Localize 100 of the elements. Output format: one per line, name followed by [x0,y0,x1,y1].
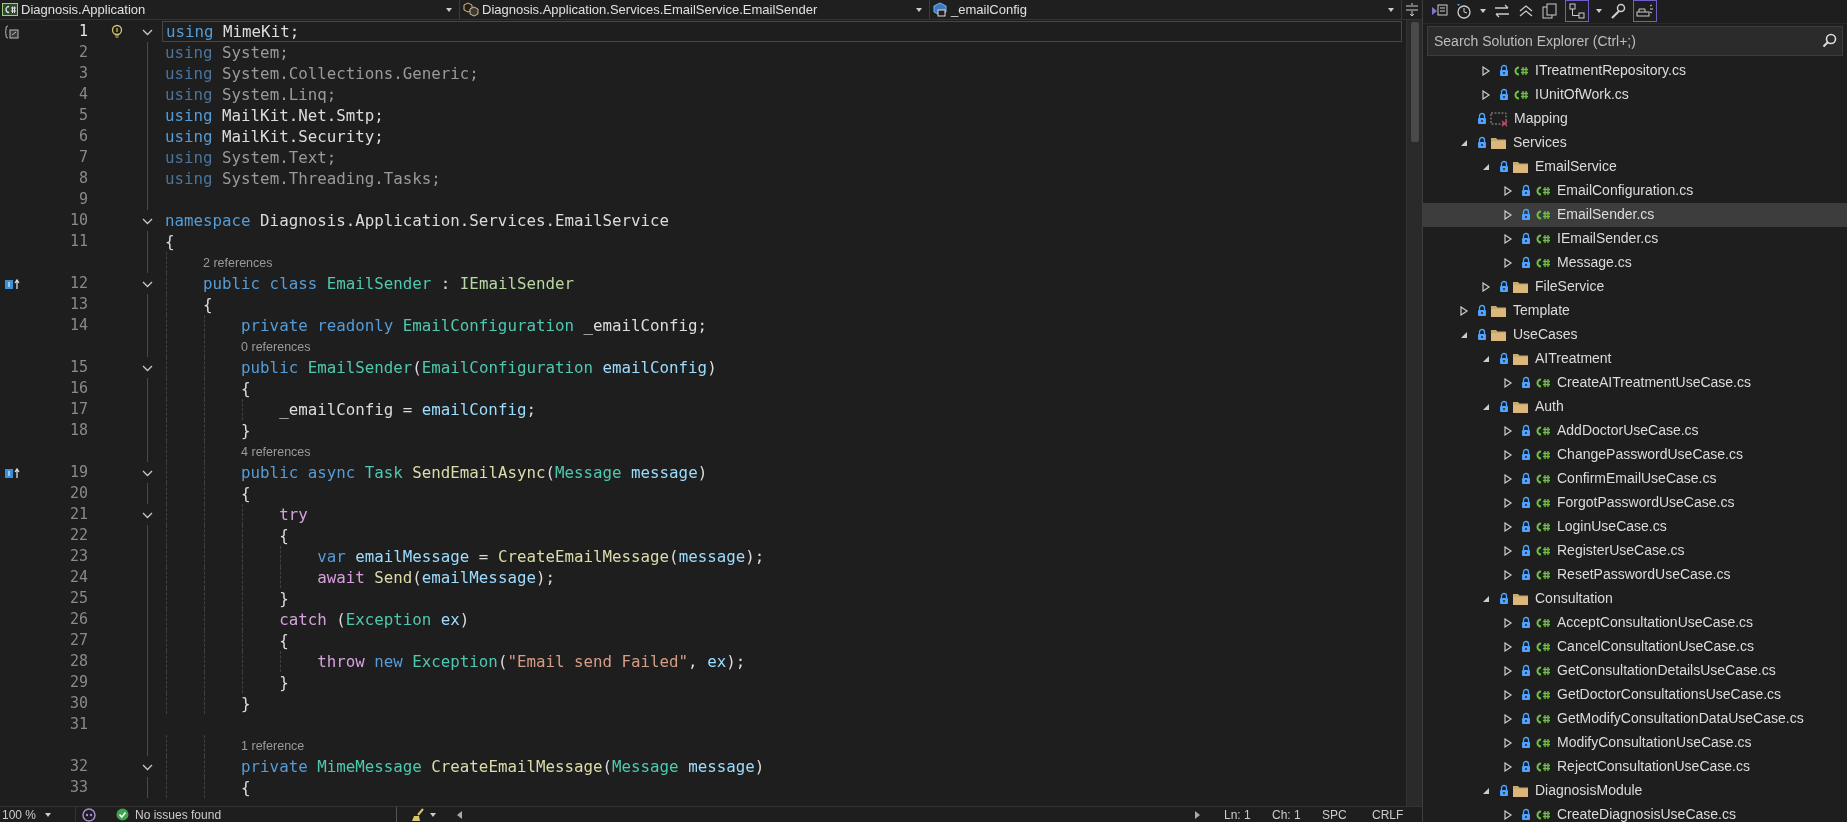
tree-item[interactable]: Consultation [1423,586,1847,611]
line-number: 16 [69,378,88,400]
scrollbar-thumb[interactable] [1410,22,1419,142]
scroll-right-icon[interactable] [1194,809,1202,820]
tree-item[interactable]: EmailService [1423,154,1847,179]
collapsed-triangle-icon[interactable] [1503,185,1513,196]
excluded-folder-icon [1490,110,1508,127]
line-number: 29 [69,672,88,694]
status-dropdown[interactable]: CRLF [1372,805,1422,822]
scroll-left-icon[interactable] [455,809,463,820]
collapsed-triangle-icon[interactable] [1503,449,1513,460]
tree-item[interactable]: ModifyConsultationUseCase.cs [1423,730,1847,755]
collapsed-triangle-icon[interactable] [1503,809,1513,820]
zoom-dropdown[interactable]: 100 % [0,807,76,822]
search-icon[interactable] [1822,32,1837,48]
code-lens-link[interactable]: 1 reference [241,735,305,756]
tree-item[interactable]: AddDoctorUseCase.cs [1423,418,1847,443]
assistant-icon[interactable] [82,807,96,822]
tree-item[interactable]: DiagnosisModule [1423,778,1847,803]
code-token: using [165,41,214,64]
type-dropdown[interactable]: Diagnosis.Application.Services.EmailService.EmailSender [460,0,930,19]
tree-item[interactable]: GetDoctorConsultationsUseCase.cs [1423,682,1847,707]
code-token: ( [412,566,422,589]
collapsed-triangle-icon[interactable] [1503,521,1513,532]
collapsed-triangle-icon[interactable] [1481,281,1491,292]
collapsed-triangle-icon[interactable] [1503,233,1513,244]
tree-item[interactable]: ITreatmentRepository.cs [1423,58,1847,83]
tree-item[interactable]: Auth [1423,394,1847,419]
collapsed-triangle-icon[interactable] [1503,569,1513,580]
collapsed-triangle-icon[interactable] [1503,761,1513,772]
scrollbar[interactable] [1406,20,1422,806]
lock-icon [1499,64,1509,78]
search-field[interactable]: Search Solution Explorer (Ctrl+;) [1427,25,1843,56]
collapsed-triangle-icon[interactable] [1503,209,1513,220]
tree-item[interactable]: AITreatment [1423,346,1847,371]
tree-item[interactable]: ResetPasswordUseCase.cs [1423,562,1847,587]
tree-item[interactable]: Services [1423,130,1847,155]
tree-item[interactable]: EmailConfiguration.cs [1423,178,1847,203]
collapsed-triangle-icon[interactable] [1503,713,1513,724]
tree-item[interactable]: ChangePasswordUseCase.cs [1423,442,1847,467]
issues-button[interactable]: No issues found [116,805,316,822]
code-token: Diagnosis.Application.Services.EmailService [260,209,670,232]
toggle-button[interactable] [1565,0,1589,23]
tree-item[interactable]: CreateDiagnosisUseCase.cs [1423,802,1847,822]
collapsed-triangle-icon[interactable] [1503,473,1513,484]
collapsed-triangle-icon[interactable] [1503,617,1513,628]
tree-item[interactable]: ForgotPasswordUseCase.cs [1423,490,1847,515]
toggle-button[interactable] [1633,0,1657,23]
collapsed-triangle-icon[interactable] [1503,425,1513,436]
tree-item[interactable]: Template [1423,298,1847,323]
sync-arrows-icon[interactable] [1493,3,1511,20]
member-dropdown[interactable]: _emailConfig [930,0,1402,19]
tree-item[interactable]: LoginUseCase.cs [1423,514,1847,539]
tree-item[interactable]: IEmailSender.cs [1423,226,1847,251]
tree-item[interactable]: AcceptConsultationUseCase.cs [1423,610,1847,635]
project-dropdown[interactable]: Diagnosis.Application [0,0,460,19]
collapsed-triangle-icon[interactable] [1503,257,1513,268]
tree-item[interactable]: FileService [1423,274,1847,299]
collapsed-triangle-icon[interactable] [1503,497,1513,508]
tree-item[interactable]: Message.cs [1423,250,1847,275]
line-number: 21 [69,504,88,526]
tree-item[interactable]: RegisterUseCase.cs [1423,538,1847,563]
tree-item[interactable]: CancelConsultationUseCase.cs [1423,634,1847,659]
code-token: MailKit.Security; [222,125,384,148]
code-lens-link[interactable]: 2 references [203,252,273,273]
lightbulb-icon[interactable] [110,24,124,39]
tree-item[interactable]: IUnitOfWork.cs [1423,82,1847,107]
code-token: emailConfig [602,356,708,379]
code-token: } [240,419,251,442]
status-dropdown[interactable]: SPC [1322,805,1372,822]
tree-item[interactable]: CreateAITreatmentUseCase.cs [1423,370,1847,395]
collapsed-triangle-icon[interactable] [1503,665,1513,676]
tree-item[interactable]: UseCases [1423,322,1847,347]
code-token: } [240,692,251,715]
collapsed-triangle-icon[interactable] [1503,689,1513,700]
history-icon[interactable] [1455,3,1473,20]
code-lens-link[interactable]: 4 references [241,441,311,462]
collapsed-triangle-icon[interactable] [1503,737,1513,748]
tree-item[interactable]: EmailSender.cs [1423,202,1847,227]
tree-item[interactable]: Mapping [1423,106,1847,131]
copy-icon[interactable] [1541,3,1559,20]
code-token: { [278,629,289,652]
code-cleanup-button[interactable] [411,807,437,822]
lock-icon [1521,544,1531,558]
collapsed-triangle-icon[interactable] [1481,89,1491,100]
collapsed-triangle-icon[interactable] [1503,377,1513,388]
code-token: message [678,545,746,568]
tree-item[interactable]: RejectConsultationUseCase.cs [1423,754,1847,779]
lock-icon [1499,352,1509,366]
tree-item[interactable]: GetModifyConsultationDataUseCase.cs [1423,706,1847,731]
split-icon[interactable] [1404,1,1420,18]
collapsed-triangle-icon[interactable] [1503,641,1513,652]
collapsed-triangle-icon[interactable] [1481,65,1491,76]
collapsed-triangle-icon[interactable] [1503,545,1513,556]
tree-item[interactable]: ConfirmEmailUseCase.cs [1423,466,1847,491]
collapsed-triangle-icon[interactable] [1459,305,1469,316]
code-token: using [165,104,214,127]
tree-item[interactable]: GetConsultationDetailsUseCase.cs [1423,658,1847,683]
code-lens-link[interactable]: 0 references [241,336,311,357]
line-number: 1 [78,21,88,43]
